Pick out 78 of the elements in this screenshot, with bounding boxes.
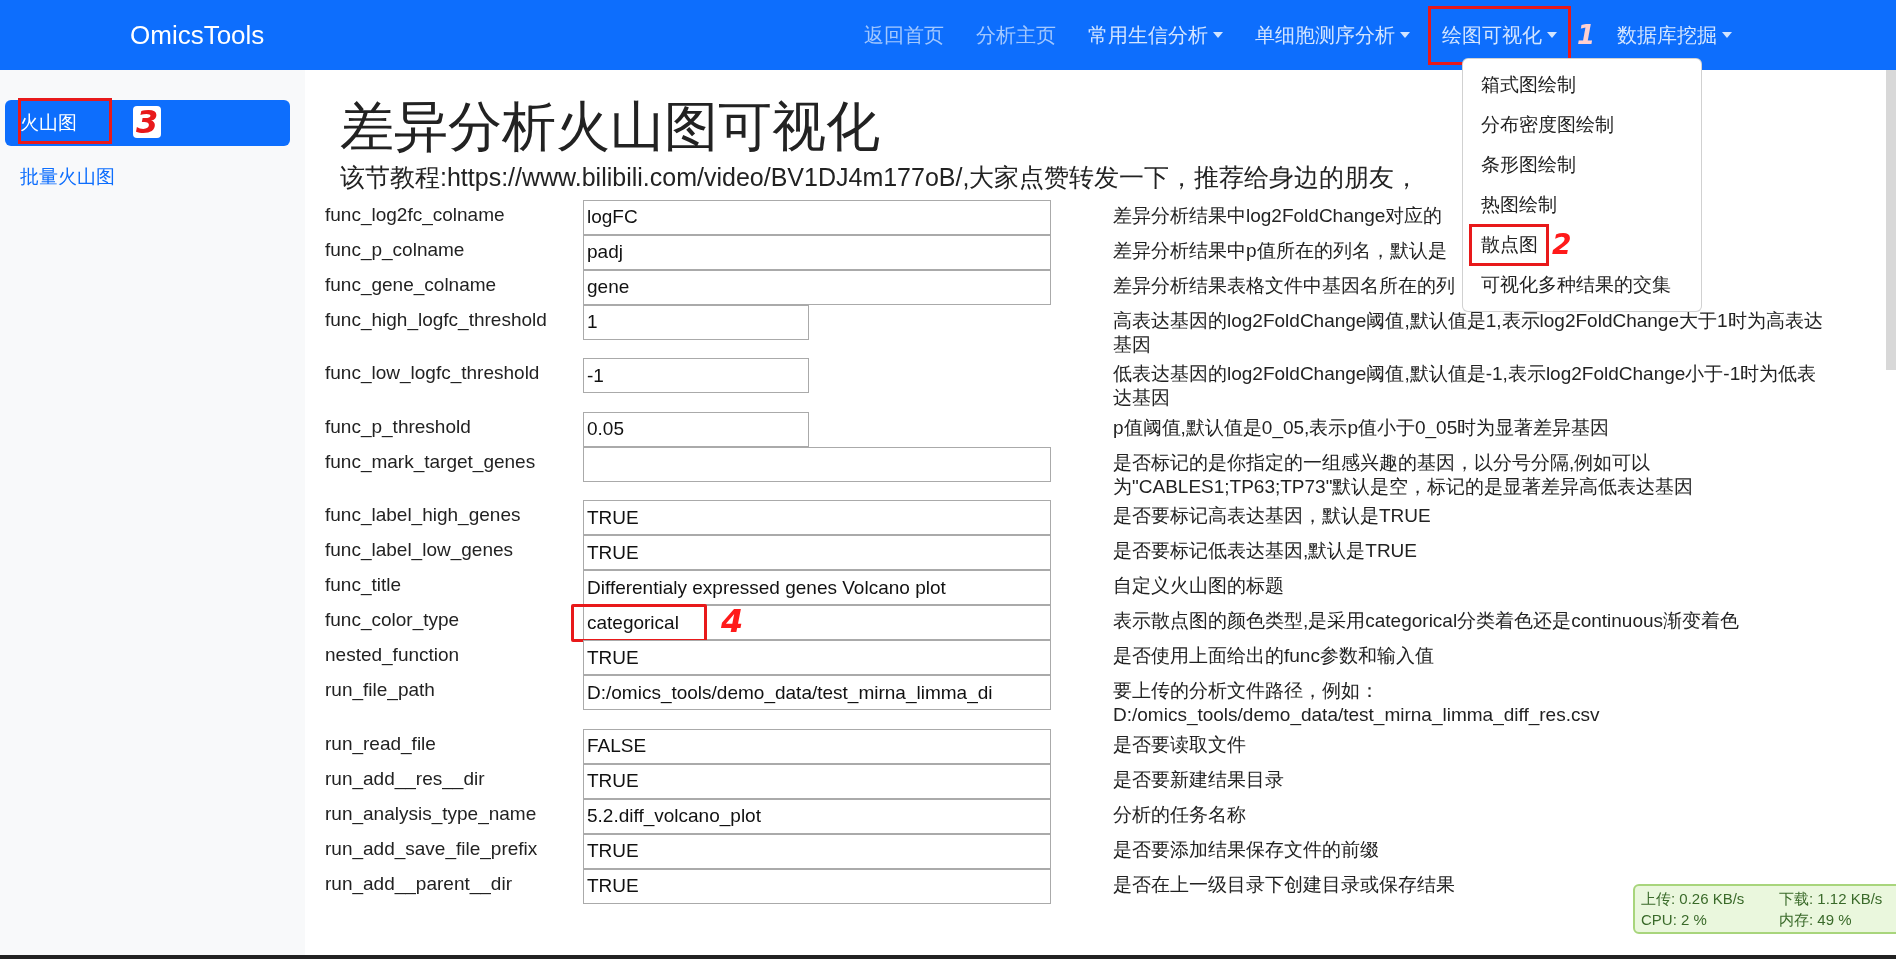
nav-link[interactable]: 绘图可视化 xyxy=(1431,11,1567,59)
field-label: run_add__res__dir xyxy=(325,766,485,790)
brand-logo[interactable]: OmicsTools xyxy=(130,19,265,51)
annotation-number: 3 xyxy=(133,106,162,138)
field-label: func_p_threshold xyxy=(325,414,471,438)
input-field[interactable]: 1 xyxy=(583,304,809,340)
field-label: func_low_logfc_threshold xyxy=(325,361,540,385)
field-description: 分析的任务名称 xyxy=(1113,802,1246,827)
input-field[interactable]: TRUE xyxy=(583,535,1051,571)
field-description: 差异分析结果中p值所在的列名，默认是 xyxy=(1113,238,1447,263)
nav-link[interactable]: 单细胞测序分析 xyxy=(1244,11,1420,59)
field-description: 是否在上一级目录下创建目录或保存结果 xyxy=(1113,872,1455,897)
input-field[interactable]: 0.05 xyxy=(583,411,809,447)
field-label: nested_function xyxy=(325,643,460,667)
field-label: func_color_type xyxy=(325,608,460,632)
menu-item[interactable]: 条形图绘制 xyxy=(1463,145,1594,185)
field-description: 差异分析结果中log2FoldChange对应的 xyxy=(1113,203,1443,228)
field-description: 差异分析结果表格文件中基因名所在的列 xyxy=(1113,273,1455,298)
input-field[interactable]: D:/omics_tools/demo_data/test_mirna_limma_di xyxy=(583,675,1051,711)
input-field[interactable] xyxy=(583,446,1051,482)
field-description: 表示散点图的颜色类型,是采用categorical分类着色还是continuous渐变着色 xyxy=(1113,609,1740,634)
input-field[interactable]: TRUE xyxy=(583,868,1051,904)
field-label: func_gene_colname xyxy=(325,272,497,296)
field-label: func_label_low_genes xyxy=(325,538,514,562)
cpu-usage: CPU: 2 % xyxy=(1641,910,1708,930)
input-field[interactable]: -1 xyxy=(583,358,809,394)
input-field[interactable]: padj xyxy=(583,234,1051,270)
field-label: func_p_colname xyxy=(325,237,465,261)
input-field[interactable]: logFC xyxy=(583,199,1051,235)
annotation-number: 4 xyxy=(721,605,744,638)
menu-item[interactable]: 可视化多种结果的交集 xyxy=(1463,265,1689,305)
input-field[interactable]: Differentialy expressed genes Volcano plot xyxy=(583,570,1051,606)
field-label: run_read_file xyxy=(325,731,436,755)
input-field[interactable]: FALSE xyxy=(583,728,1051,764)
field-description: 是否使用上面给出的func参数和输入值 xyxy=(1113,644,1434,669)
menu-item[interactable]: 分布密度图绘制 xyxy=(1463,105,1632,145)
caret-icon xyxy=(1399,32,1410,38)
tutorial-text: 该节教程:https://www.bilibili.com/video/BV1DJ4m177oB/,大家点赞转发一下，推荐给身边的朋友， xyxy=(340,161,1420,193)
input-field[interactable]: TRUE xyxy=(583,833,1051,869)
sidebar-item[interactable]: 批量火山图 xyxy=(5,154,290,200)
field-description: 是否要读取文件 xyxy=(1113,732,1246,757)
field-description: 要上传的分析文件路径，例如：D:/omics_tools/demo_data/test_mirna_limma_diff_res.csv xyxy=(1113,679,1601,728)
upload-speed: 上传: 0.26 KB/s xyxy=(1641,889,1746,909)
field-label: func_mark_target_genes xyxy=(325,449,536,473)
menu-item[interactable]: 箱式图绘制 xyxy=(1463,65,1594,105)
field-label: run_file_path xyxy=(325,678,435,702)
field-label: run_add_save_file_prefix xyxy=(325,836,538,860)
input-field[interactable]: gene xyxy=(583,269,1051,305)
caret-icon xyxy=(1546,32,1557,38)
field-description: 自定义火山图的标题 xyxy=(1113,574,1284,599)
memory-usage: 内存: 49 % xyxy=(1779,910,1853,930)
input-field[interactable]: 5.2.diff_volcano_plot xyxy=(583,798,1051,834)
input-field[interactable]: TRUE xyxy=(583,640,1051,676)
nav-link[interactable]: 数据库挖掘 xyxy=(1607,11,1742,59)
input-field[interactable]: TRUE xyxy=(583,763,1051,799)
field-label: run_add__parent__dir xyxy=(325,871,512,895)
field-label: func_label_high_genes xyxy=(325,503,521,527)
menu-item[interactable]: 热图绘制 xyxy=(1463,185,1575,225)
annotation-number: 2 xyxy=(1552,231,1572,259)
field-description: 是否要添加结果保存文件的前缀 xyxy=(1113,837,1379,862)
input-field[interactable]: TRUE xyxy=(583,500,1051,536)
field-description: 是否标记的是你指定的一组感兴趣的基因，以分号分隔,例如可以为"CABLES1;TP63;TP73"默认是空，标记的是显著差异高低表达基因 xyxy=(1113,450,1695,499)
nav-link[interactable]: 常用生信分析 xyxy=(1077,11,1233,59)
field-description: 是否要标记高表达基因，默认是TRUE xyxy=(1113,504,1431,529)
field-label: func_title xyxy=(325,573,402,597)
field-label: func_high_logfc_threshold xyxy=(325,307,547,331)
scrollbar[interactable] xyxy=(1886,70,1896,370)
field-description: 是否要标记低表达基因,默认是TRUE xyxy=(1113,539,1417,564)
download-speed: 下载: 1.12 KB/s xyxy=(1779,889,1884,909)
field-description: p值阈值,默认值是0_05,表示p值小于0_05时为显著差异基因 xyxy=(1113,415,1610,441)
field-description: 高表达基因的log2FoldChange阈值,默认值是1,表示log2FoldChange大于1时为高表达基因 xyxy=(1113,308,1824,357)
page-title: 差异分析火山图可视化 xyxy=(340,95,880,158)
field-label: func_log2fc_colname xyxy=(325,202,505,226)
field-label: run_analysis_type_name xyxy=(325,801,537,825)
annotation-number: 1 xyxy=(1576,22,1595,48)
caret-icon xyxy=(1722,32,1732,38)
field-description: 是否要新建结果目录 xyxy=(1113,767,1284,792)
caret-icon xyxy=(1212,32,1223,38)
